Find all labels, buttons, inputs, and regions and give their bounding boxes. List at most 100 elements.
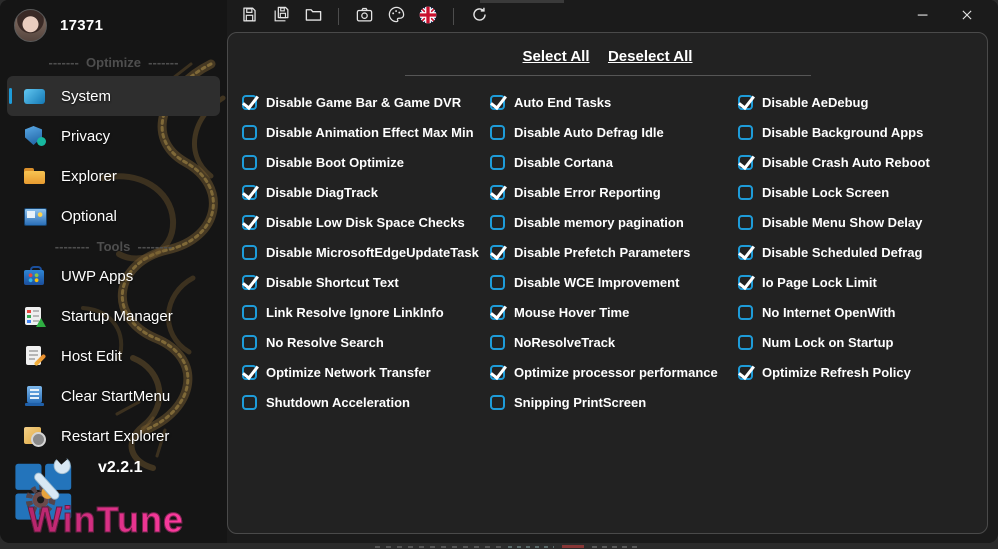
options-column-1: Disable Game Bar & Game DVR Disable Anim… [242, 87, 490, 417]
sidebar-nav-optimize: System Privacy Explorer Optional [0, 76, 227, 236]
refresh-button[interactable] [463, 3, 495, 29]
checkbox[interactable] [738, 214, 753, 230]
sidebar-item-label: Restart Explorer [61, 427, 170, 445]
sidebar-item[interactable]: UWP Apps [7, 256, 220, 296]
option-row: Disable Low Disk Space Checks [242, 207, 490, 237]
background-window-fragment [562, 545, 584, 548]
sidebar-item[interactable]: Optional [7, 196, 220, 236]
checkbox[interactable] [490, 94, 505, 110]
background-window-fragment [375, 546, 505, 548]
checkbox[interactable] [738, 274, 753, 290]
option-row: Link Resolve Ignore LinkInfo [242, 297, 490, 327]
sidebar-item[interactable]: Host Edit [7, 336, 220, 376]
option-row: NoResolveTrack [490, 327, 738, 357]
close-icon [958, 6, 976, 27]
open-folder-icon [304, 5, 323, 27]
save-button[interactable] [233, 3, 265, 29]
option-row: Disable Animation Effect Max Min [242, 117, 490, 147]
sidebar-item[interactable]: Explorer [7, 156, 220, 196]
sidebar-item[interactable]: Clear StartMenu [7, 376, 220, 416]
checkbox[interactable] [490, 154, 505, 170]
explorer-icon [24, 165, 46, 187]
option-label: Disable Menu Show Delay [762, 214, 923, 230]
host-edit-icon [24, 345, 46, 367]
option-label: No Internet OpenWith [762, 304, 896, 320]
checkbox[interactable] [242, 334, 257, 350]
sidebar-item[interactable]: System [7, 76, 220, 116]
checkbox[interactable] [242, 304, 257, 320]
checkbox[interactable] [738, 304, 753, 320]
screenshot-camera-icon [355, 5, 374, 27]
option-label: Disable Shortcut Text [266, 274, 399, 290]
theme-button[interactable] [380, 3, 412, 29]
checkbox[interactable] [242, 94, 257, 110]
checkbox[interactable] [490, 304, 505, 320]
optional-icon [24, 205, 47, 227]
option-row: Disable Scheduled Defrag [738, 237, 930, 267]
select-all-link[interactable]: Select All [523, 48, 590, 65]
deselect-all-link[interactable]: Deselect All [608, 48, 693, 65]
checkbox[interactable] [490, 124, 505, 140]
option-row: Disable AeDebug [738, 87, 930, 117]
checkbox[interactable] [490, 364, 505, 380]
language-button[interactable] [412, 3, 444, 29]
checkbox[interactable] [242, 394, 257, 410]
checkbox[interactable] [242, 364, 257, 380]
checkbox[interactable] [242, 274, 257, 290]
toolbar [227, 0, 998, 32]
checkbox[interactable] [490, 274, 505, 290]
checkbox[interactable] [738, 154, 753, 170]
checkbox[interactable] [490, 214, 505, 230]
checkbox[interactable] [738, 244, 753, 260]
close-button[interactable] [950, 3, 984, 29]
checkbox[interactable] [242, 154, 257, 170]
sidebar-item-label: Optional [61, 207, 117, 225]
option-row: Disable Boot Optimize [242, 147, 490, 177]
option-label: Disable Animation Effect Max Min [266, 124, 474, 140]
option-row: Disable Cortana [490, 147, 738, 177]
open-folder-button[interactable] [297, 3, 329, 29]
checkbox[interactable] [242, 214, 257, 230]
checkbox[interactable] [490, 244, 505, 260]
option-label: Mouse Hover Time [514, 304, 630, 320]
option-label: Disable Scheduled Defrag [762, 244, 923, 260]
sidebar-item[interactable]: Privacy [7, 116, 220, 156]
tools-section-divider: -------- Tools -------- [54, 239, 173, 254]
option-row: No Internet OpenWith [738, 297, 930, 327]
option-label: Disable Boot Optimize [266, 154, 404, 170]
checkbox[interactable] [490, 184, 505, 200]
toolbar-separator [453, 7, 454, 25]
window-controls [906, 3, 998, 29]
minimize-button[interactable] [906, 3, 940, 29]
checkbox[interactable] [490, 394, 505, 410]
checkbox[interactable] [738, 124, 753, 140]
background-window-fragment [592, 546, 640, 548]
option-row: Disable Lock Screen [738, 177, 930, 207]
startup-manager-icon [24, 305, 46, 327]
checkbox[interactable] [242, 124, 257, 140]
option-label: Disable WCE Improvement [514, 274, 680, 290]
option-label: Disable memory pagination [514, 214, 684, 230]
theme-palette-icon [387, 5, 406, 27]
sidebar-nav-tools: UWP Apps Startup Manager Host Edit Clear… [0, 256, 227, 456]
option-label: Io Page Lock Limit [762, 274, 877, 290]
option-row: Disable MicrosoftEdgeUpdateTask [242, 237, 490, 267]
option-row: Snipping PrintScreen [490, 387, 738, 417]
background-window-fragment [480, 0, 564, 3]
checkbox[interactable] [738, 94, 753, 110]
checkbox[interactable] [738, 334, 753, 350]
sidebar-item[interactable]: Startup Manager [7, 296, 220, 336]
checkbox[interactable] [738, 184, 753, 200]
option-label: Disable Crash Auto Reboot [762, 154, 930, 170]
option-row: Shutdown Acceleration [242, 387, 490, 417]
checkbox[interactable] [242, 244, 257, 260]
save-all-icon [272, 5, 291, 27]
privacy-icon [24, 125, 46, 147]
checkbox[interactable] [738, 364, 753, 380]
checkbox[interactable] [242, 184, 257, 200]
checkbox[interactable] [490, 334, 505, 350]
save-all-button[interactable] [265, 3, 297, 29]
option-label: Disable MicrosoftEdgeUpdateTask [266, 244, 479, 260]
screenshot-button[interactable] [348, 3, 380, 29]
option-label: Disable Lock Screen [762, 184, 890, 200]
